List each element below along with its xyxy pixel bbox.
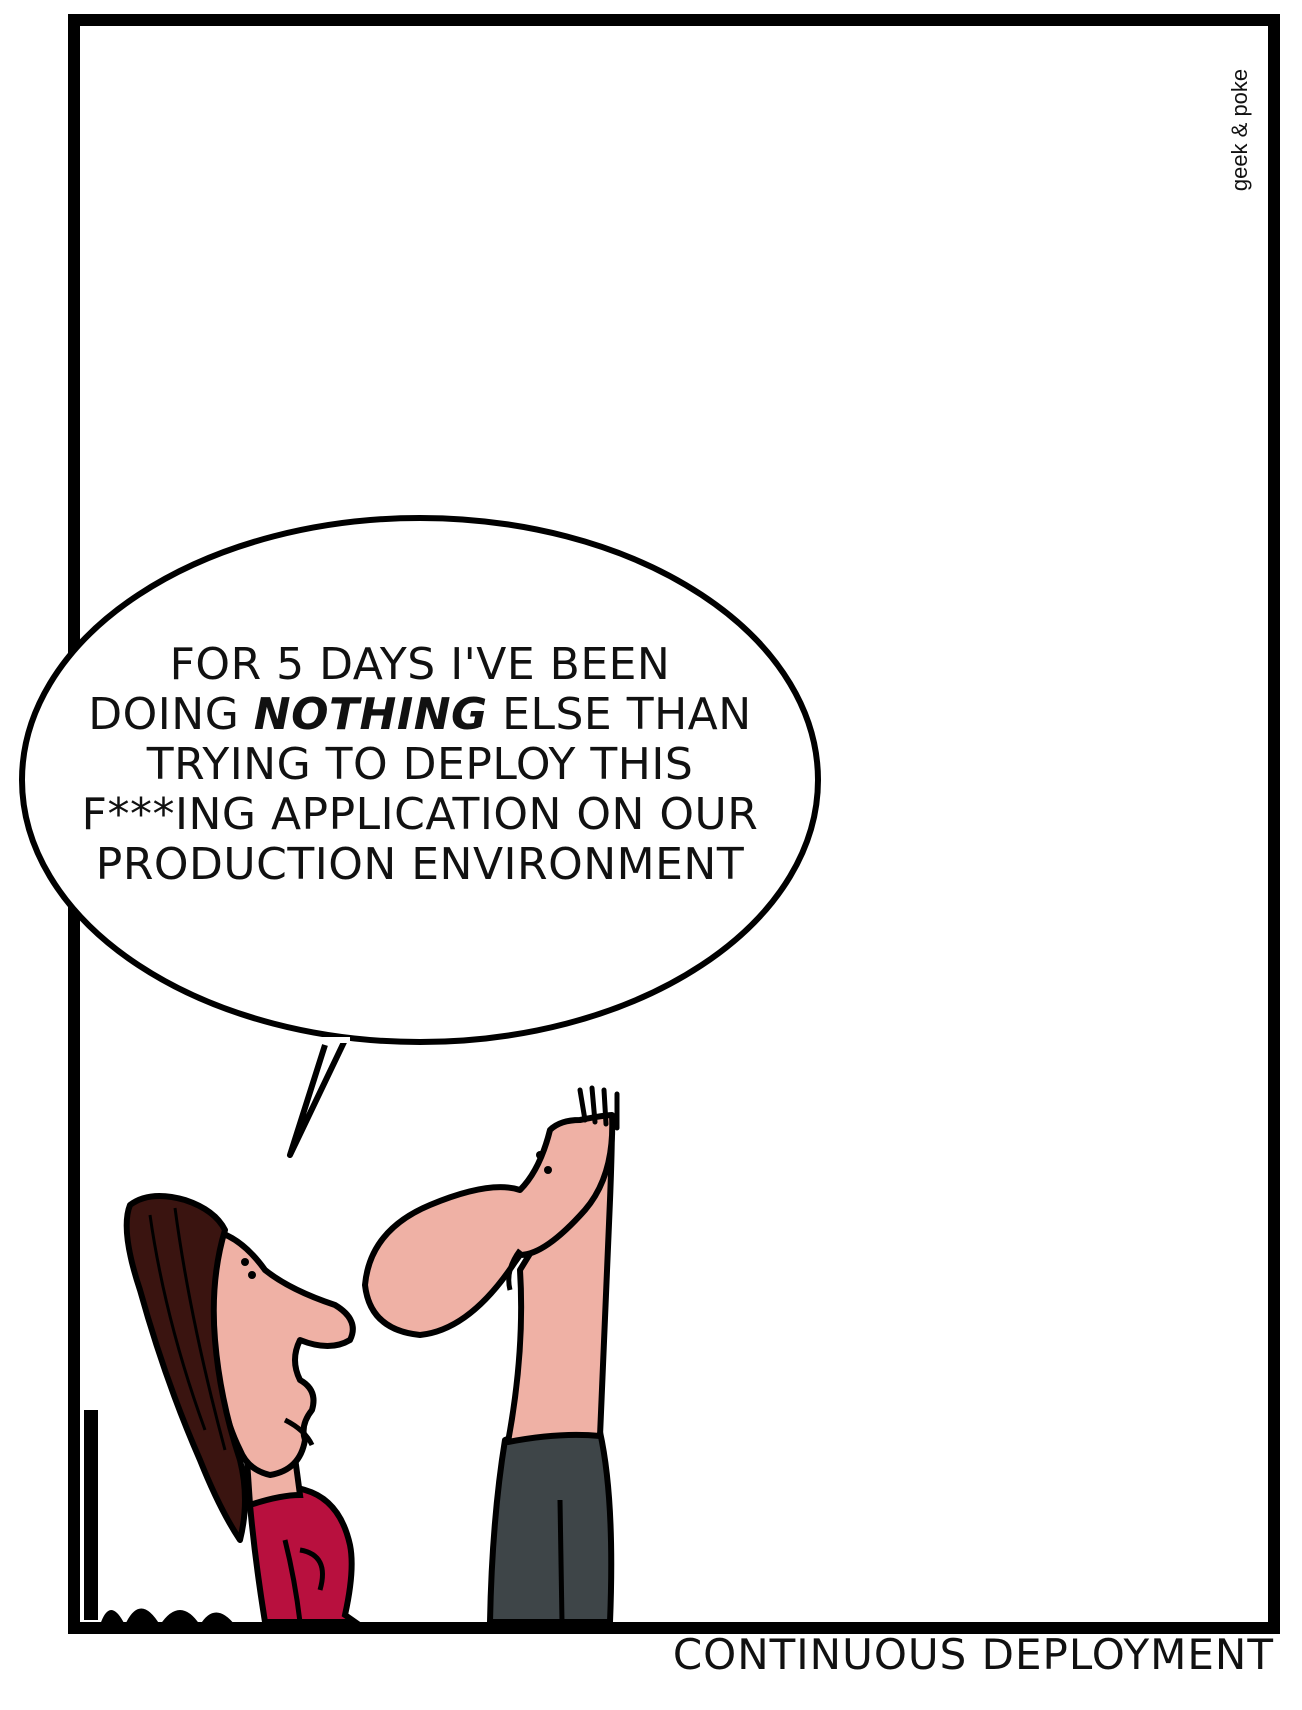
comic-caption: CONTINUOUS DEPLOYMENT xyxy=(672,1630,1274,1679)
speech-line-2-before: DOING xyxy=(88,689,254,740)
speech-line-3: TRYING TO DEPLOY THIS xyxy=(146,739,694,790)
speech-line-4: F***ING APPLICATION ON OUR xyxy=(81,789,759,840)
speech-line-5: PRODUCTION ENVIRONMENT xyxy=(95,839,745,890)
speech-line-1: FOR 5 DAYS I'VE BEEN xyxy=(169,639,671,690)
speech-bubble-text: FOR 5 DAYS I'VE BEEN DOING NOTHING ELSE … xyxy=(40,640,800,890)
speech-line-2: DOING NOTHING ELSE THAN xyxy=(40,690,800,740)
speech-line-2-after: ELSE THAN xyxy=(487,689,752,740)
speech-emphasis: NOTHING xyxy=(253,689,488,740)
artist-credit: geek & poke xyxy=(1227,68,1252,192)
